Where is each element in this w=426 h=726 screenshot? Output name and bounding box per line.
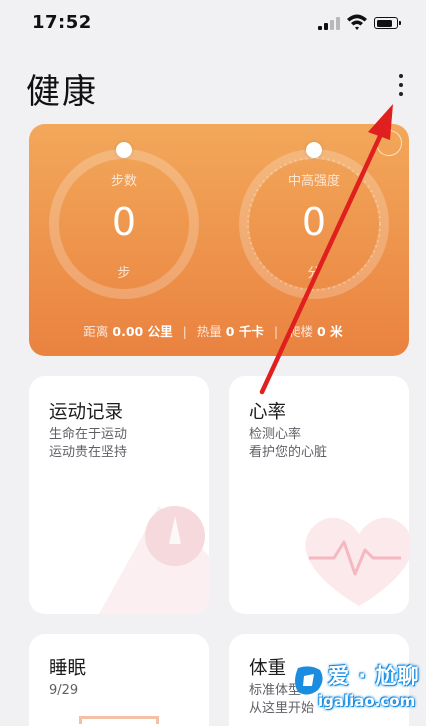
summary-separator: | xyxy=(273,324,279,339)
more-options-button[interactable] xyxy=(386,66,416,106)
exercise-record-line1: 生命在于运动 xyxy=(49,427,128,442)
intensity-ring-knob xyxy=(306,142,322,158)
heart-rate-tile[interactable]: 心率 检测心率 看护您的心脏 xyxy=(229,376,409,614)
steps-label: 步数 xyxy=(110,174,137,189)
page-title: 健康 xyxy=(26,72,98,112)
floors-value: 0 米 xyxy=(317,324,343,339)
sleep-date: 9/29 xyxy=(49,683,79,698)
exercise-record-line2: 运动贵在坚持 xyxy=(49,445,128,460)
watermark-text: 爱 · 尬聊 xyxy=(328,664,420,688)
calories-value: 0 千卡 xyxy=(225,324,264,339)
exercise-illustration-icon xyxy=(99,506,209,614)
sleep-tile[interactable]: 睡眠 9/29 xyxy=(29,634,209,726)
status-icons xyxy=(318,14,408,31)
heart-rate-line2: 看护您的心脏 xyxy=(249,445,328,460)
wifi-icon xyxy=(347,14,367,30)
watermark: 爱 · 尬聊 igaliao.com xyxy=(292,658,422,720)
sleep-illustration-icon xyxy=(79,716,159,724)
card-info-icon[interactable] xyxy=(376,130,402,156)
calories-label: 热量 xyxy=(196,324,222,339)
steps-value: 0 xyxy=(111,200,137,244)
heart-rate-line1: 检测心率 xyxy=(249,427,302,442)
exercise-record-title: 运动记录 xyxy=(49,402,124,423)
weight-title: 体重 xyxy=(249,658,287,679)
distance-value: 0.00 公里 xyxy=(112,324,173,339)
sleep-title: 睡眠 xyxy=(49,658,87,679)
intensity-value: 0 xyxy=(301,200,327,244)
summary-separator: | xyxy=(182,324,187,339)
activity-summary-row: 距离 0.00 公里 | 热量 0 千卡 | 爬楼 0 米 xyxy=(0,321,426,340)
watermark-domain: igaliao.com xyxy=(318,692,416,710)
battery-icon xyxy=(374,17,401,29)
health-app-screen: 17:52 健康 步数 0 步 中高强度 0 分 距离 0.00 公里 | 热量… xyxy=(0,0,426,726)
steps-unit: 步 xyxy=(117,266,131,281)
distance-label: 距离 xyxy=(83,324,109,339)
more-vertical-icon xyxy=(399,74,403,78)
status-bar: 17:52 xyxy=(0,0,426,44)
floors-label: 爬楼 xyxy=(288,324,314,339)
status-time: 17:52 xyxy=(32,12,92,33)
heart-rate-title: 心率 xyxy=(249,402,287,423)
exercise-record-tile[interactable]: 运动记录 生命在于运动 运动贵在坚持 xyxy=(29,376,209,614)
intensity-label: 中高强度 xyxy=(287,174,340,189)
battery-level xyxy=(376,19,392,27)
steps-ring-knob xyxy=(116,142,132,158)
cellular-signal-icon xyxy=(318,15,340,31)
heart-illustration-icon xyxy=(305,517,409,606)
intensity-unit: 分 xyxy=(307,266,321,281)
